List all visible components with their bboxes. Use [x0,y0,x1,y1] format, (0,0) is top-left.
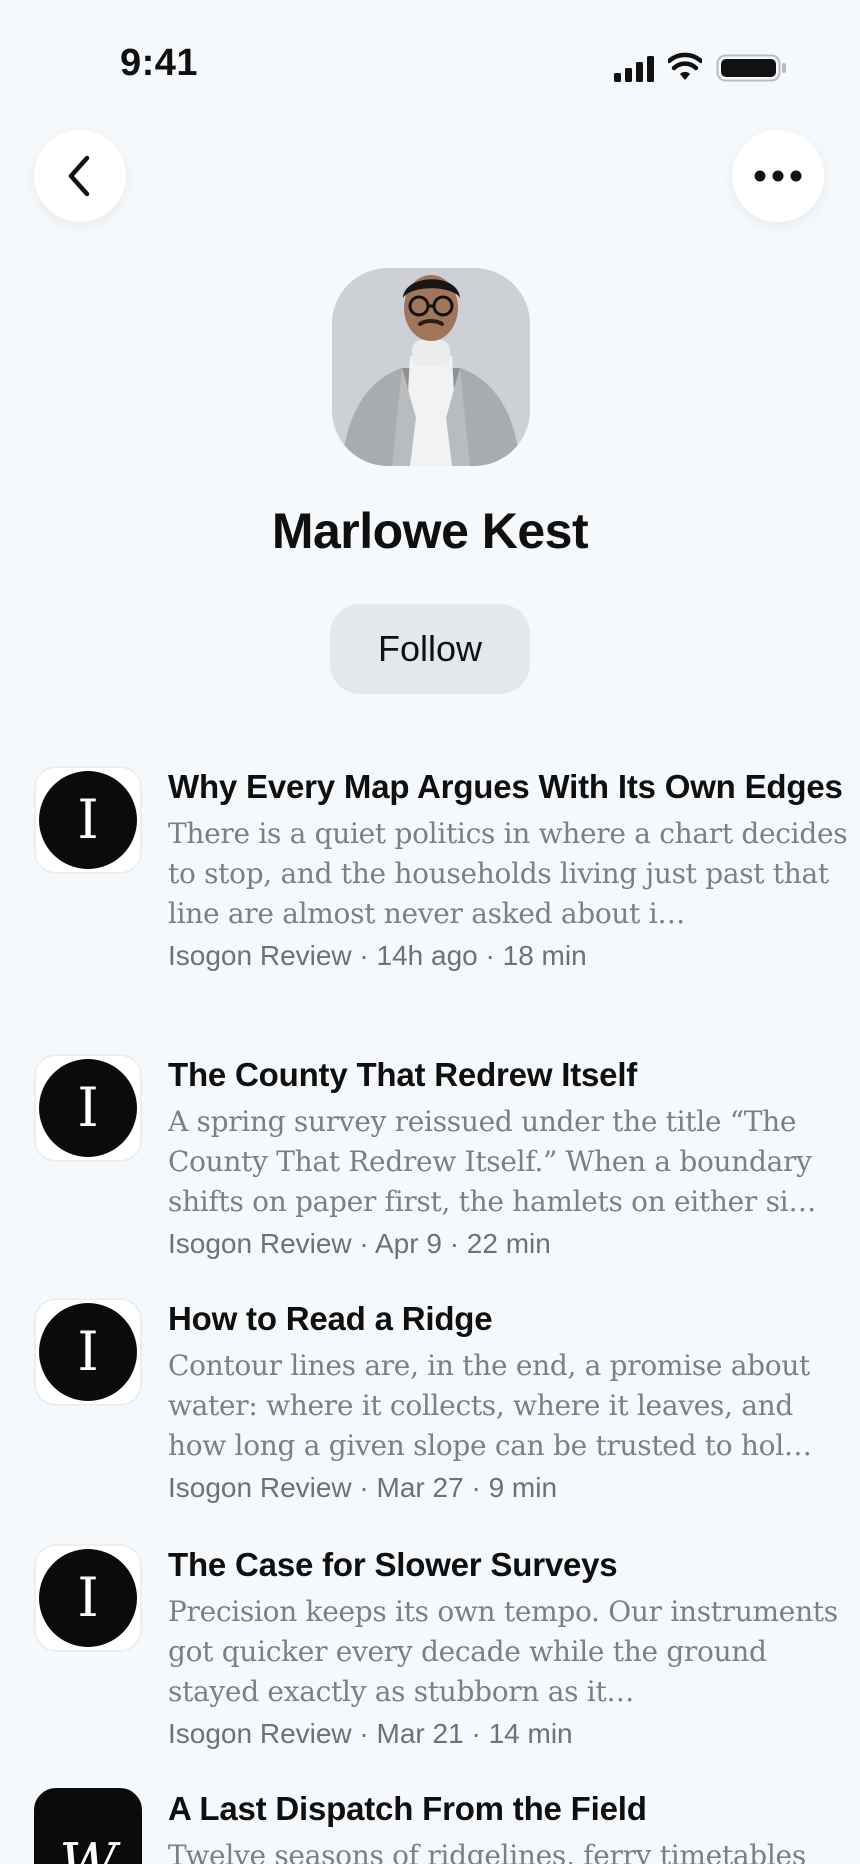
publication-logo-letter: I [39,1303,137,1401]
publication-logo: I [34,1054,142,1162]
publication-logo-letter: W [59,1831,117,1864]
article-excerpt: Precision keeps its own tempo. Our instr… [168,1595,838,1708]
article-title[interactable]: Why Every Map Argues With Its Own Edges [168,766,858,808]
article-title[interactable]: The Case for Slower Surveys [168,1544,858,1586]
publication-logo-letter: I [39,771,137,869]
article-meta: Isogon Review · 14h ago · 18 min [168,940,587,971]
battery-icon [716,54,786,82]
publication-logo-letter: I [39,1549,137,1647]
status-bar: 9:41 [0,0,860,130]
status-time: 9:41 [120,42,199,84]
article-meta: Isogon Review · Apr 9 · 22 min [168,1228,551,1259]
article-body: A Last Dispatch From the Field Twelve se… [168,1788,858,1864]
article-meta: Isogon Review · Mar 21 · 14 min [168,1718,573,1749]
ellipsis-icon [754,170,802,182]
publication-logo-letter: I [39,1059,137,1157]
article-body: How to Read a Ridge Contour lines are, i… [168,1298,858,1508]
publication-logo: I [34,766,142,874]
follow-button[interactable]: Follow [330,604,530,694]
article-title[interactable]: How to Read a Ridge [168,1298,858,1340]
article-title[interactable]: A Last Dispatch From the Field [168,1788,858,1830]
back-button[interactable] [34,130,126,222]
author-portrait-image [332,268,530,466]
article-body: The Case for Slower Surveys Precision ke… [168,1544,858,1754]
author-avatar [332,268,530,466]
cellular-signal-icon [614,56,654,82]
more-options-button[interactable] [732,130,824,222]
author-name: Marlowe Kest [271,503,589,559]
article-meta: Isogon Review · Mar 27 · 9 min [168,1472,558,1503]
wifi-icon [668,52,702,80]
article-excerpt: There is a quiet politics in where a cha… [168,817,848,930]
publication-logo: W [34,1788,142,1864]
article-body: The County That Redrew Itself A spring s… [168,1054,858,1264]
article-excerpt: Contour lines are, in the end, a promise… [168,1349,812,1462]
chevron-left-icon [68,155,90,197]
article-excerpt: Twelve seasons of ridgelines, ferry time… [168,1839,806,1864]
article-body: Why Every Map Argues With Its Own Edges … [168,766,858,976]
publication-logo: I [34,1544,142,1652]
article-title[interactable]: The County That Redrew Itself [168,1054,858,1096]
article-excerpt: A spring survey reissued under the title… [168,1105,817,1218]
author-profile-screen: 9:41 Marlowe Kest Follow I Why Every Map… [0,0,860,1864]
publication-logo: I [34,1298,142,1406]
